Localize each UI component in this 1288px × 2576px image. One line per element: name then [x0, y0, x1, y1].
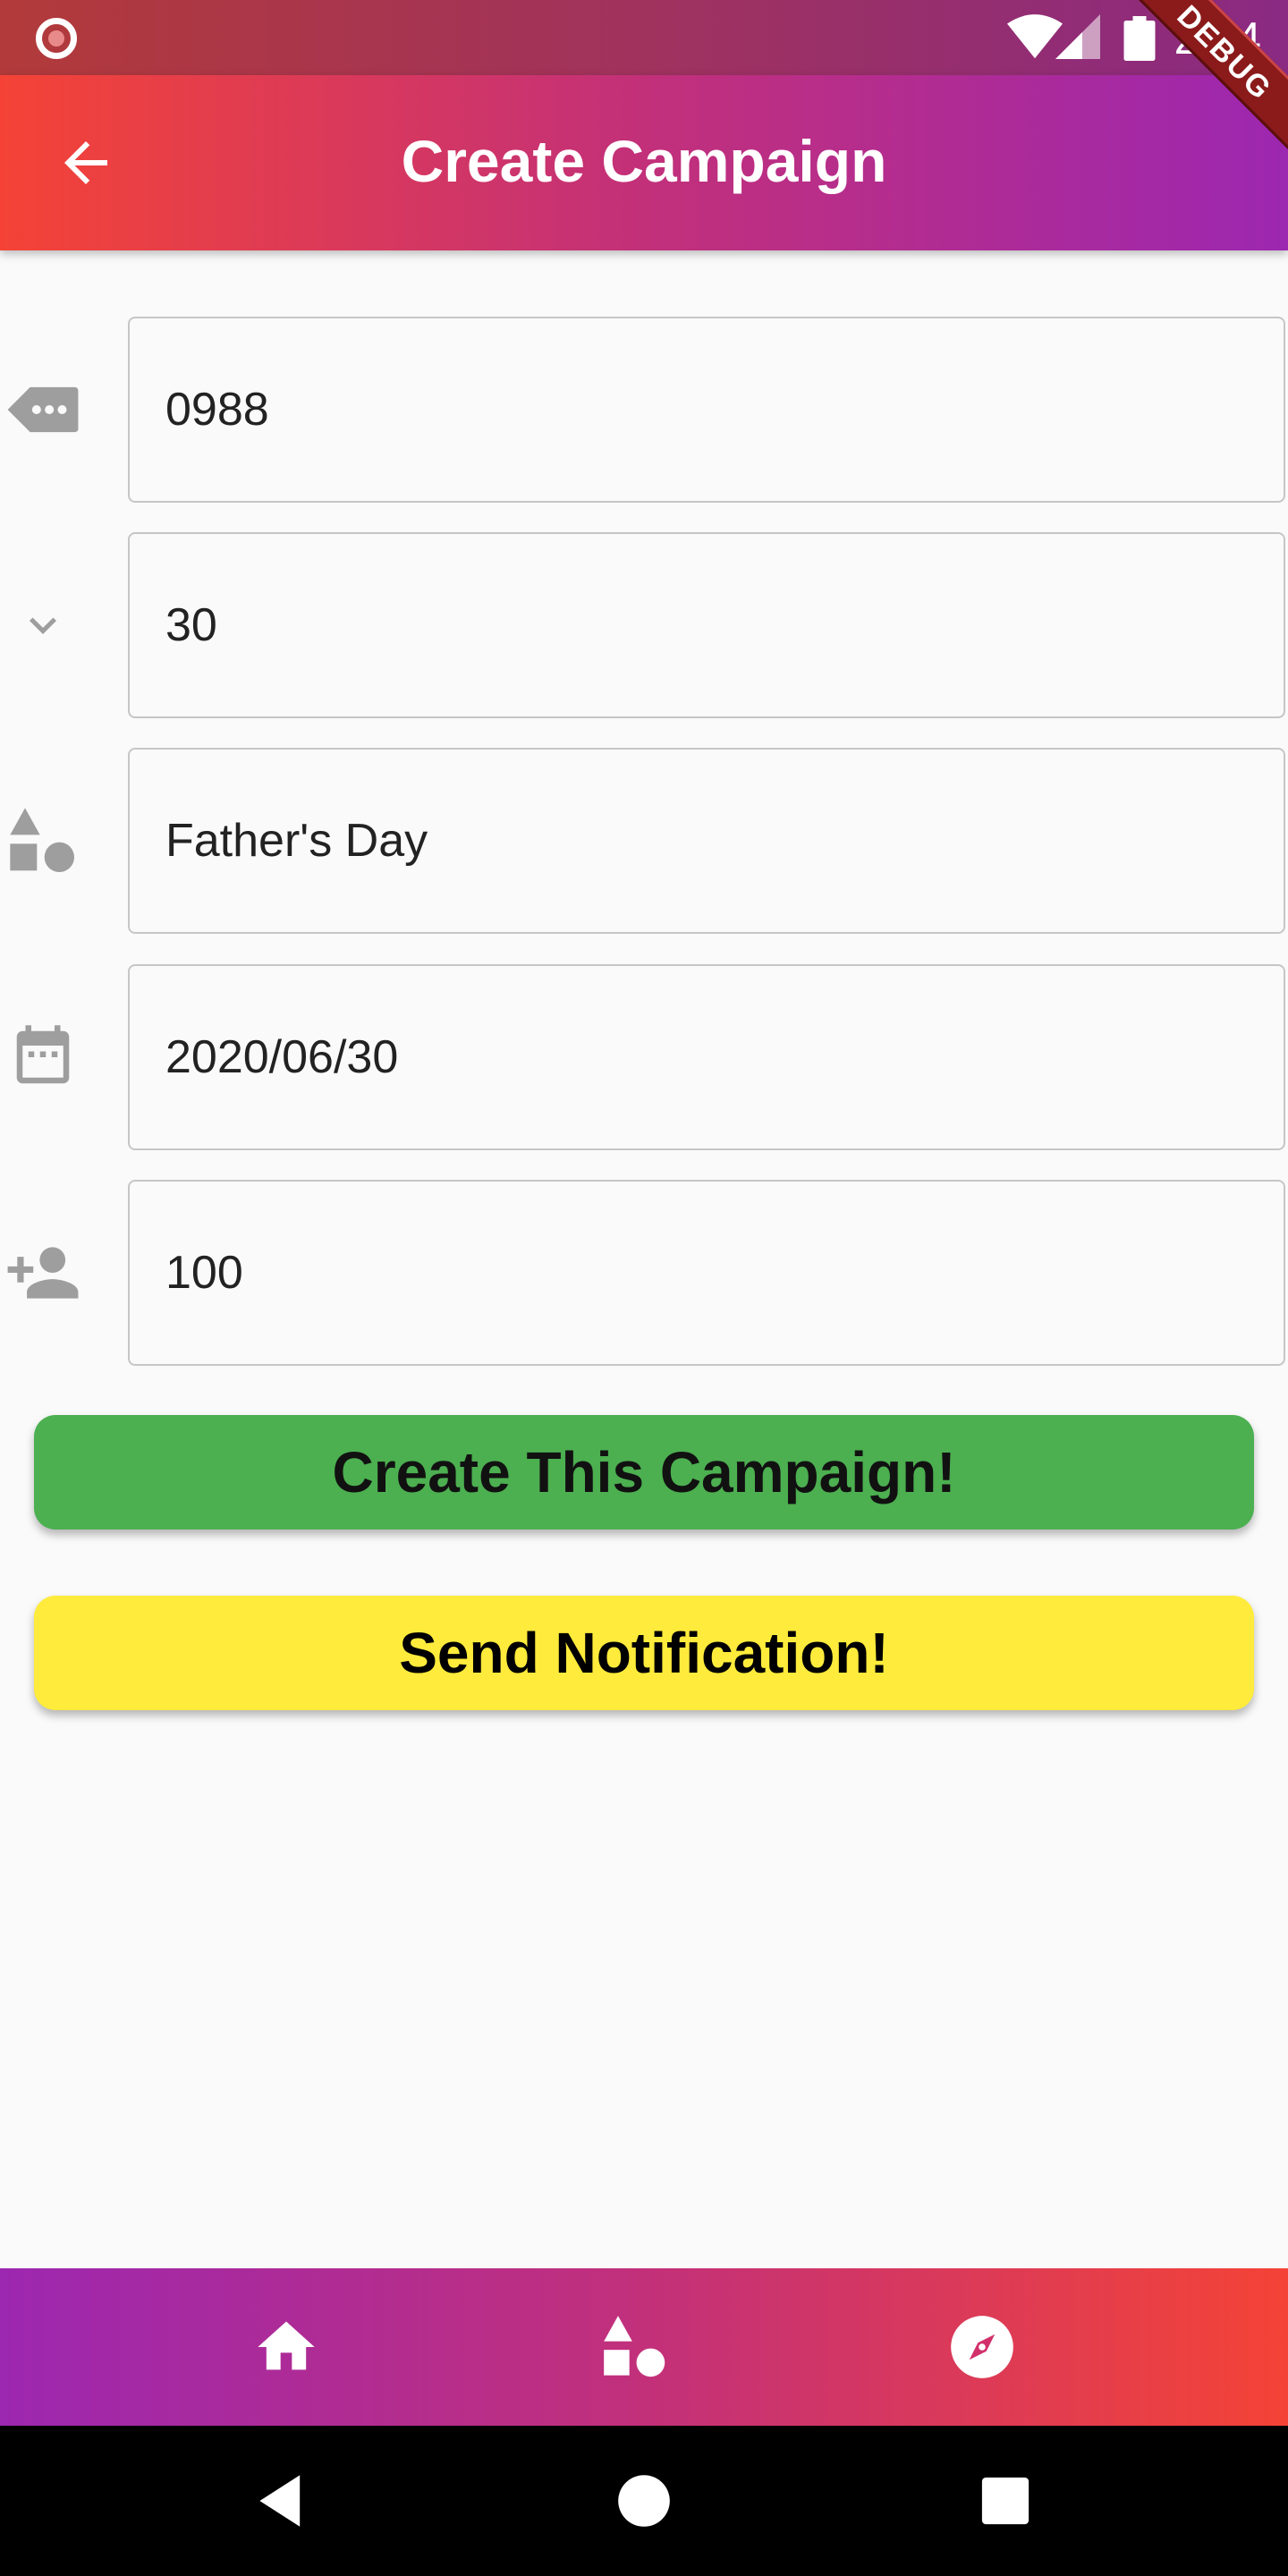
- signal-icon: [1055, 14, 1100, 59]
- system-back-button[interactable]: [240, 2458, 326, 2544]
- date-input[interactable]: [165, 966, 1239, 1148]
- shapes-icon: [604, 2316, 665, 2377]
- tag-icon: [0, 317, 86, 503]
- shapes-icon: [0, 748, 86, 934]
- battery-icon: [1123, 16, 1156, 61]
- nav-explore[interactable]: [943, 2308, 1021, 2386]
- bottom-nav: [0, 2268, 1288, 2426]
- form-row-name: [0, 748, 1288, 934]
- send-notification-button[interactable]: Send Notification!: [34, 1596, 1254, 1710]
- system-recents-button[interactable]: [962, 2458, 1048, 2544]
- code-input[interactable]: [165, 318, 1239, 501]
- wifi-icon: [1007, 14, 1063, 59]
- system-nav-bar: [0, 2426, 1288, 2576]
- form-row-code: [0, 317, 1288, 503]
- person-add-icon: [0, 1180, 86, 1366]
- nav-categories[interactable]: [596, 2308, 674, 2386]
- app-bar: Create Campaign: [0, 75, 1288, 250]
- square-recents-icon: [981, 2477, 1030, 2525]
- date-field[interactable]: [128, 964, 1285, 1150]
- page-title: Create Campaign: [401, 128, 887, 194]
- campaign-name-field[interactable]: [128, 748, 1285, 934]
- record-icon: [36, 18, 77, 59]
- triangle-back-icon: [259, 2475, 301, 2527]
- circle-home-icon: [618, 2475, 670, 2527]
- count-input[interactable]: [165, 534, 1239, 716]
- participants-field[interactable]: [128, 1180, 1285, 1366]
- create-campaign-button[interactable]: Create This Campaign!: [34, 1415, 1254, 1530]
- form-row-count: [0, 532, 1288, 718]
- status-bar: 2:24: [0, 0, 1288, 75]
- calendar-icon[interactable]: [0, 964, 86, 1150]
- form-row-people: [0, 1180, 1288, 1366]
- chevron-down-icon[interactable]: [0, 532, 86, 718]
- participants-input[interactable]: [165, 1182, 1239, 1364]
- code-field[interactable]: [128, 317, 1285, 503]
- system-home-button[interactable]: [601, 2458, 687, 2544]
- compass-icon: [951, 2316, 1013, 2378]
- home-icon: [258, 2321, 315, 2370]
- campaign-name-input[interactable]: [165, 750, 1239, 932]
- form-row-date: [0, 964, 1288, 1150]
- count-field[interactable]: [128, 532, 1285, 718]
- nav-home[interactable]: [247, 2308, 326, 2386]
